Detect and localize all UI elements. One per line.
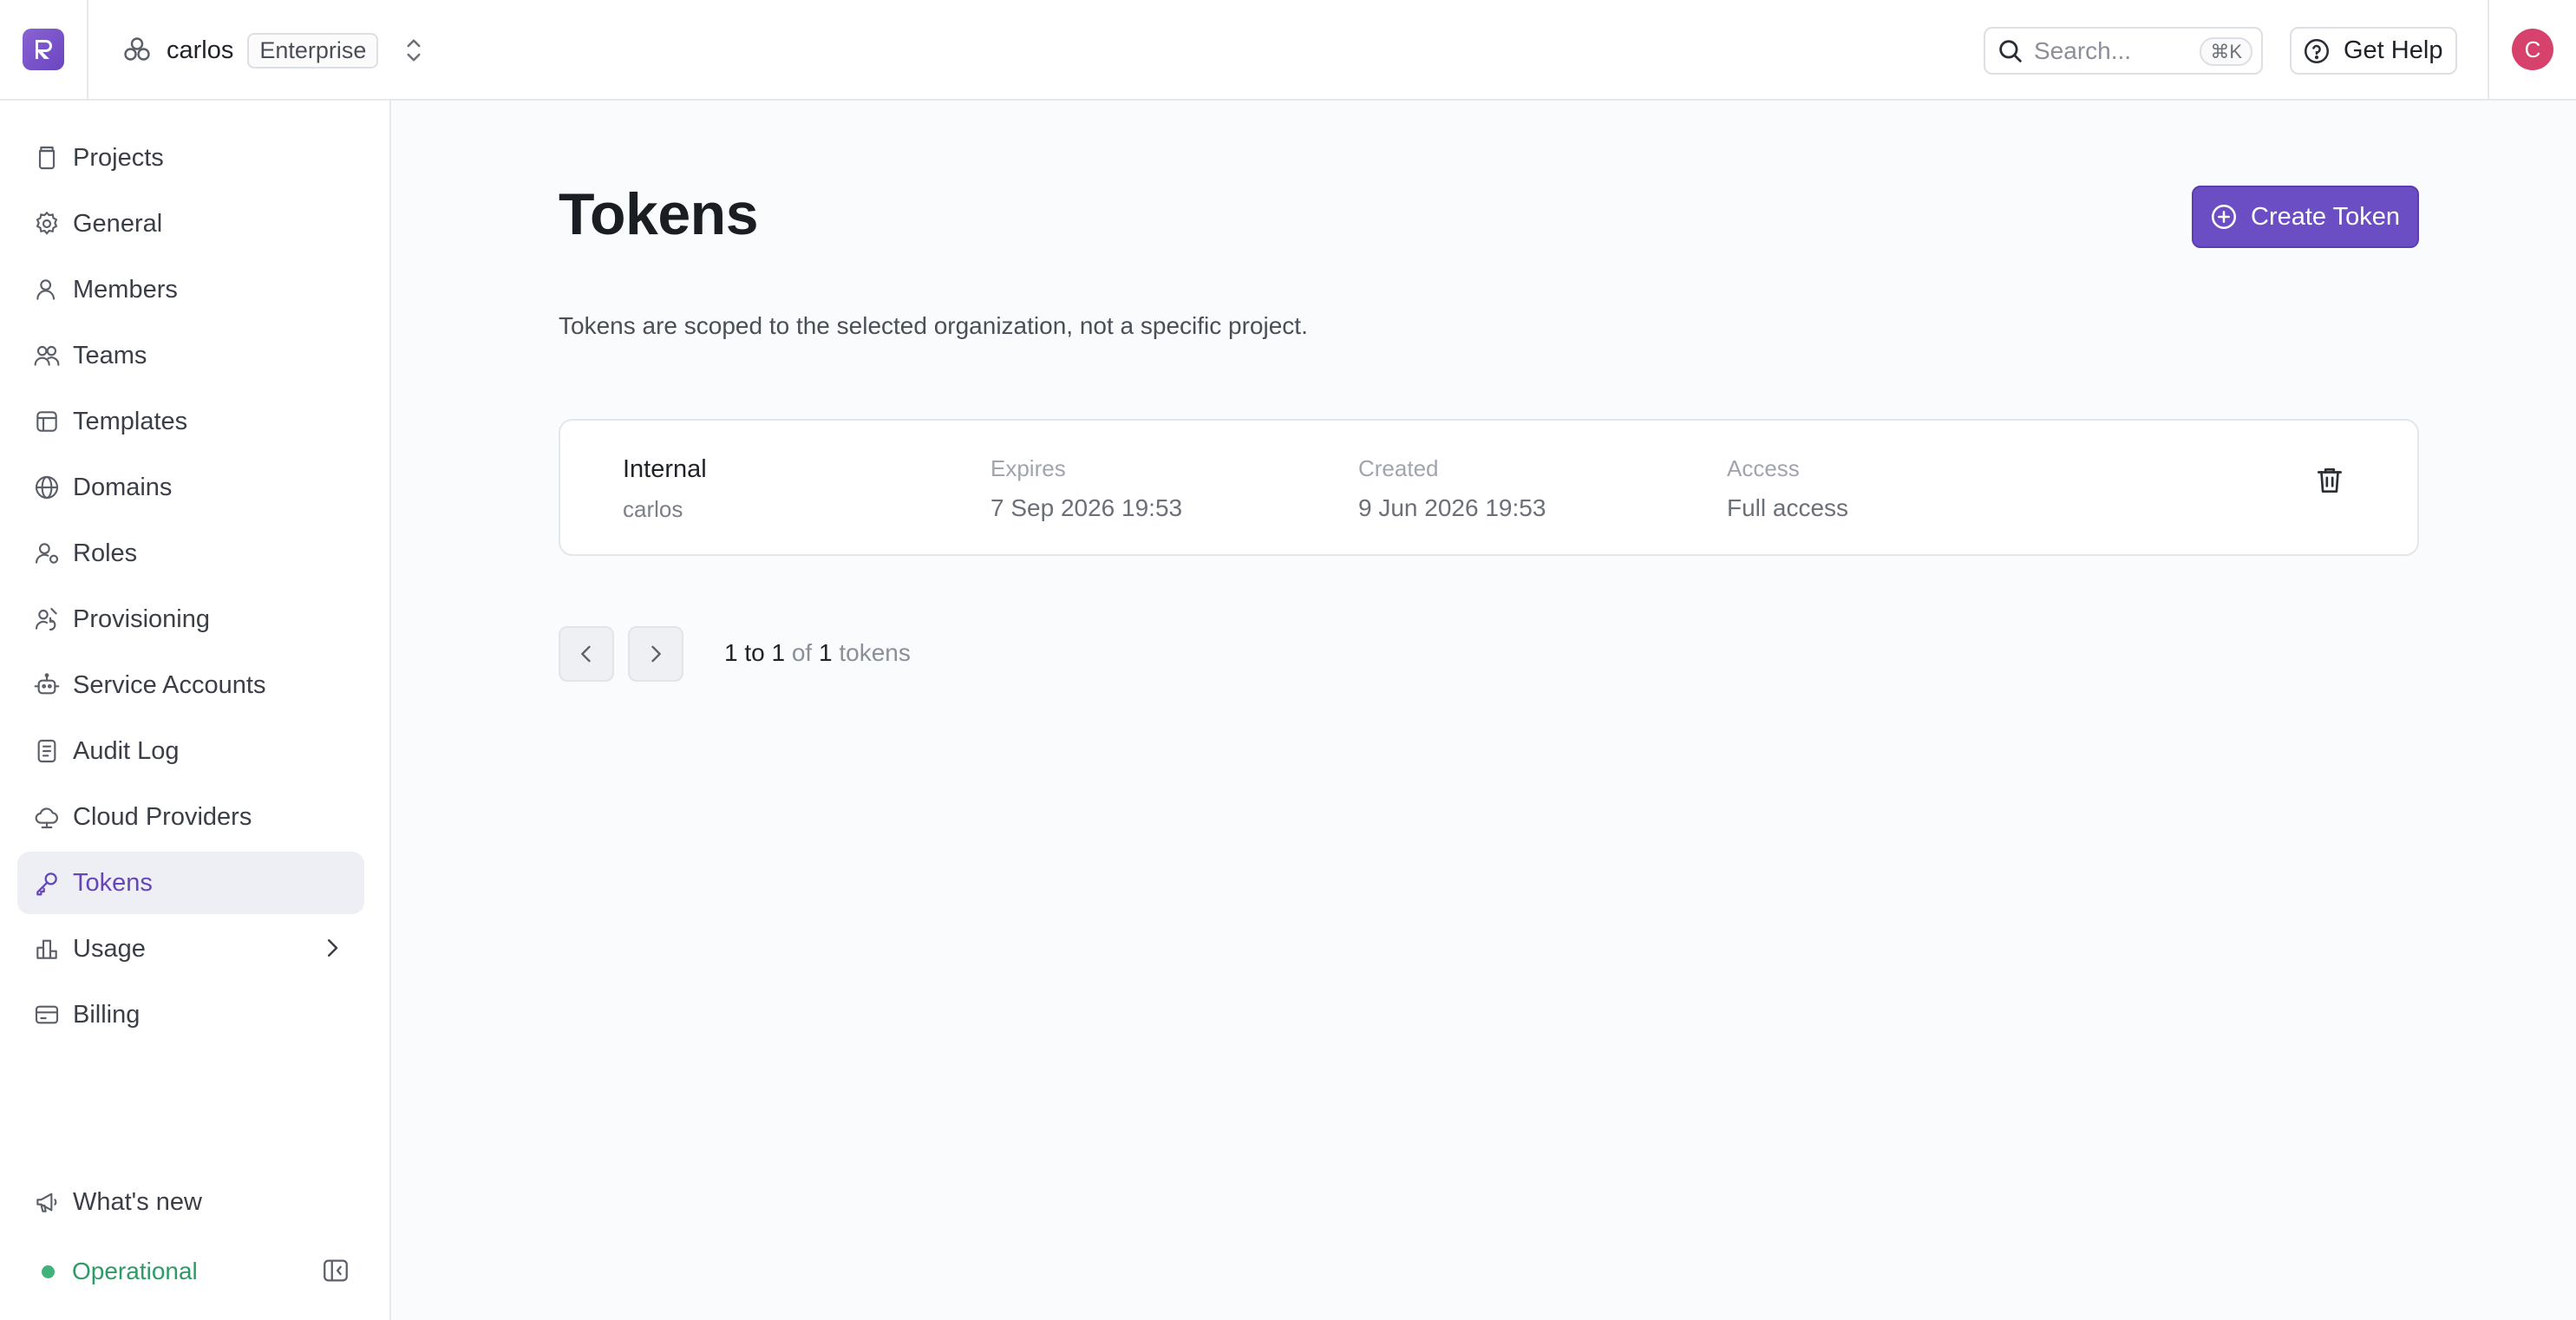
- template-icon: [36, 411, 57, 432]
- get-help-button[interactable]: Get Help: [2290, 27, 2457, 75]
- sidebar-item-label: General: [73, 209, 163, 238]
- sidebar-item-label: Members: [73, 275, 178, 304]
- org-switcher[interactable]: carlos Enterprise: [121, 30, 427, 70]
- sidebar-item-provisioning[interactable]: Provisioning: [17, 588, 364, 650]
- whats-new-label: What's new: [73, 1187, 202, 1216]
- credit-card-icon: [35, 1005, 59, 1024]
- sidebar-item-audit-log[interactable]: Audit Log: [17, 720, 364, 782]
- token-created: 9 Jun 2026 19:53: [1358, 494, 1546, 521]
- page-title: Tokens: [559, 181, 759, 247]
- expires-header: Expires: [991, 455, 1066, 481]
- globe-icon: [35, 475, 59, 500]
- token-access-column: Access Full access: [1727, 455, 1848, 522]
- sidebar-item-whats-new[interactable]: What's new: [17, 1171, 364, 1233]
- search-box[interactable]: ⌘K: [1984, 27, 2263, 75]
- access-header: Access: [1727, 455, 1800, 481]
- create-token-label: Create Token: [2251, 202, 2400, 231]
- sidebar-item-label: Cloud Providers: [73, 802, 252, 831]
- plus-circle-icon: [2211, 204, 2237, 230]
- token-expires: 7 Sep 2026 19:53: [991, 494, 1183, 521]
- chevron-right-icon[interactable]: [319, 935, 345, 961]
- sidebar-item-label: Usage: [73, 934, 146, 963]
- status-dot: [42, 1264, 55, 1278]
- status-text: Operational: [72, 1258, 198, 1284]
- app-logo[interactable]: [23, 29, 64, 70]
- search-shortcut-badge: ⌘K: [2200, 37, 2252, 66]
- sidebar-item-teams[interactable]: Teams: [17, 324, 364, 387]
- token-row[interactable]: Internal carlos Expires 7 Sep 2026 19:53…: [559, 419, 2419, 556]
- search-input[interactable]: [2034, 36, 2199, 65]
- create-token-button[interactable]: Create Token: [2192, 186, 2419, 248]
- bot-icon: [34, 673, 60, 695]
- sidebar-item-domains[interactable]: Domains: [17, 456, 364, 519]
- avatar-cell: C: [2488, 0, 2576, 99]
- sidebar-item-roles[interactable]: Roles: [17, 522, 364, 585]
- sidebar: Projects General Members Teams Templates…: [0, 101, 391, 1320]
- megaphone-icon: [36, 1193, 57, 1212]
- system-status[interactable]: Operational: [17, 1244, 364, 1299]
- users-icon: [34, 345, 60, 366]
- token-name: Internal: [623, 455, 707, 483]
- sidebar-item-label: Roles: [73, 539, 138, 567]
- sidebar-item-general[interactable]: General: [17, 193, 364, 255]
- token-name-column: Internal carlos: [623, 455, 707, 523]
- logo-icon: [36, 40, 52, 59]
- trash-icon[interactable]: [2313, 464, 2346, 497]
- sidebar-item-usage[interactable]: Usage: [17, 918, 364, 980]
- token-created-column: Created 9 Jun 2026 19:53: [1358, 455, 1546, 522]
- key-icon: [36, 872, 57, 896]
- gear-icon: [36, 211, 58, 235]
- sidebar-item-label: Service Accounts: [73, 670, 266, 699]
- search-icon: [1999, 39, 2022, 62]
- user-key-icon: [35, 543, 59, 564]
- created-header: Created: [1358, 455, 1439, 481]
- sidebar-item-label: Audit Log: [73, 736, 180, 765]
- sidebar-item-members[interactable]: Members: [17, 258, 364, 321]
- token-owner: carlos: [623, 496, 683, 522]
- bar-chart-icon: [36, 939, 57, 959]
- token-expires-column: Expires 7 Sep 2026 19:53: [991, 455, 1182, 522]
- token-access: Full access: [1727, 494, 1849, 521]
- previous-page-button[interactable]: [559, 626, 614, 682]
- sidebar-item-label: Domains: [73, 473, 173, 501]
- pagination-to-word: to: [744, 639, 765, 666]
- user-icon: [36, 279, 56, 300]
- top-bar: carlos Enterprise ⌘K Get Help C: [0, 0, 2576, 101]
- sidebar-item-label: Teams: [73, 341, 147, 369]
- help-circle-icon: [2304, 38, 2330, 63]
- chevron-left-icon: [581, 645, 591, 663]
- provisioning-icon: [35, 607, 57, 631]
- projects-icon: [38, 146, 56, 170]
- page-description: Tokens are scoped to the selected organi…: [559, 312, 1308, 339]
- sidebar-item-label: Templates: [73, 407, 188, 435]
- logo-cell: [0, 0, 88, 99]
- org-icon: [124, 37, 150, 61]
- pagination-to: 1: [771, 639, 786, 666]
- get-help-label: Get Help: [2344, 36, 2443, 64]
- sidebar-item-service-accounts[interactable]: Service Accounts: [17, 654, 364, 716]
- sidebar-item-label: Projects: [73, 143, 164, 172]
- sidebar-item-tokens[interactable]: Tokens: [17, 852, 364, 914]
- sidebar-item-label: Provisioning: [73, 604, 210, 633]
- pagination-total: 1: [819, 639, 833, 666]
- pagination-of-word: of: [791, 639, 813, 666]
- sidebar-item-projects[interactable]: Projects: [17, 127, 364, 189]
- sidebar-item-label: Billing: [73, 1000, 141, 1029]
- sidebar-item-billing[interactable]: Billing: [17, 983, 364, 1046]
- document-icon: [37, 739, 56, 763]
- cloud-icon: [35, 807, 58, 829]
- sidebar-item-label: Tokens: [73, 868, 153, 897]
- collapse-sidebar-icon[interactable]: [321, 1256, 350, 1285]
- sidebar-item-templates[interactable]: Templates: [17, 390, 364, 453]
- org-plan-badge: Enterprise: [247, 32, 379, 69]
- chevron-right-icon: [651, 645, 661, 663]
- pagination-unit: tokens: [839, 639, 911, 666]
- pagination-from: 1: [724, 639, 738, 666]
- chevron-up-down-icon[interactable]: [401, 33, 427, 68]
- org-name: carlos: [167, 36, 234, 64]
- sidebar-item-cloud-providers[interactable]: Cloud Providers: [17, 786, 364, 848]
- next-page-button[interactable]: [628, 626, 683, 682]
- avatar[interactable]: C: [2512, 29, 2553, 70]
- pagination-summary: 1 to 1 of 1 tokens: [724, 639, 911, 667]
